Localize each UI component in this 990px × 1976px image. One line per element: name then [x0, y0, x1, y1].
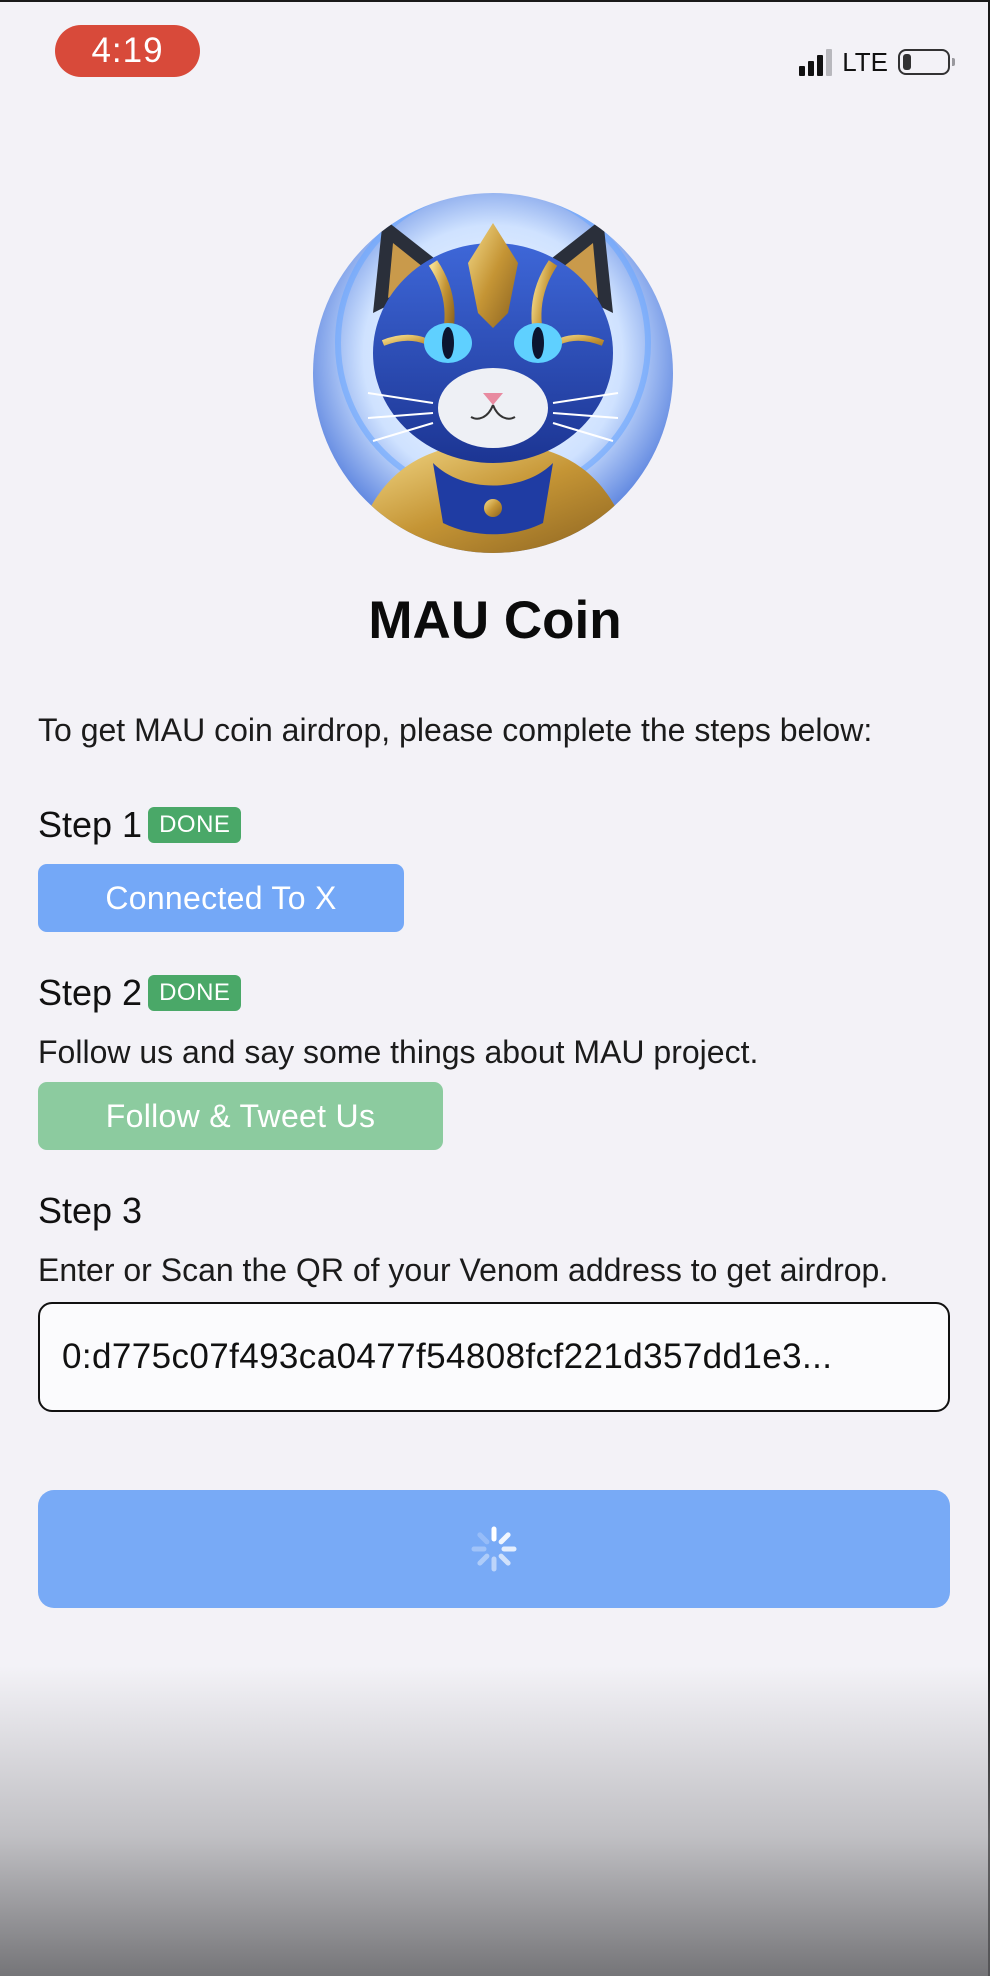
network-label: LTE [842, 46, 888, 77]
step-2-header: Step 2 DONE [38, 972, 242, 1014]
status-time: 4:19 [55, 25, 200, 77]
submit-button[interactable] [38, 1490, 950, 1608]
step-1-done-badge: DONE [148, 807, 242, 843]
step-3-header: Step 3 [38, 1190, 142, 1232]
venom-address-input[interactable]: 0:d775c07f493ca0477f54808fcf221d357dd1e3… [38, 1302, 950, 1412]
status-indicators: LTE [799, 44, 955, 80]
page-title: MAU Coin [368, 591, 622, 650]
intro-text: To get MAU coin airdrop, please complete… [38, 712, 873, 748]
frame-top-border [0, 0, 990, 2]
step-3-description: Enter or Scan the QR of your Venom addre… [38, 1252, 889, 1288]
step-1-label: Step 1 [38, 804, 143, 845]
battery-icon [898, 49, 955, 75]
cat-mascot-icon [313, 193, 673, 553]
bottom-shadow-overlay [0, 1666, 990, 1976]
signal-icon [799, 48, 833, 76]
connected-to-x-button[interactable]: Connected To X [38, 864, 404, 932]
step-2-description: Follow us and say some things about MAU … [38, 1034, 759, 1070]
step-2-label: Step 2 [38, 972, 143, 1013]
battery-level [903, 54, 911, 70]
follow-tweet-button[interactable]: Follow & Tweet Us [38, 1082, 443, 1150]
spinner-icon [471, 1526, 517, 1572]
step-2-done-badge: DONE [148, 975, 242, 1011]
step-3-label: Step 3 [38, 1190, 143, 1231]
step-1-header: Step 1 DONE [38, 804, 242, 846]
